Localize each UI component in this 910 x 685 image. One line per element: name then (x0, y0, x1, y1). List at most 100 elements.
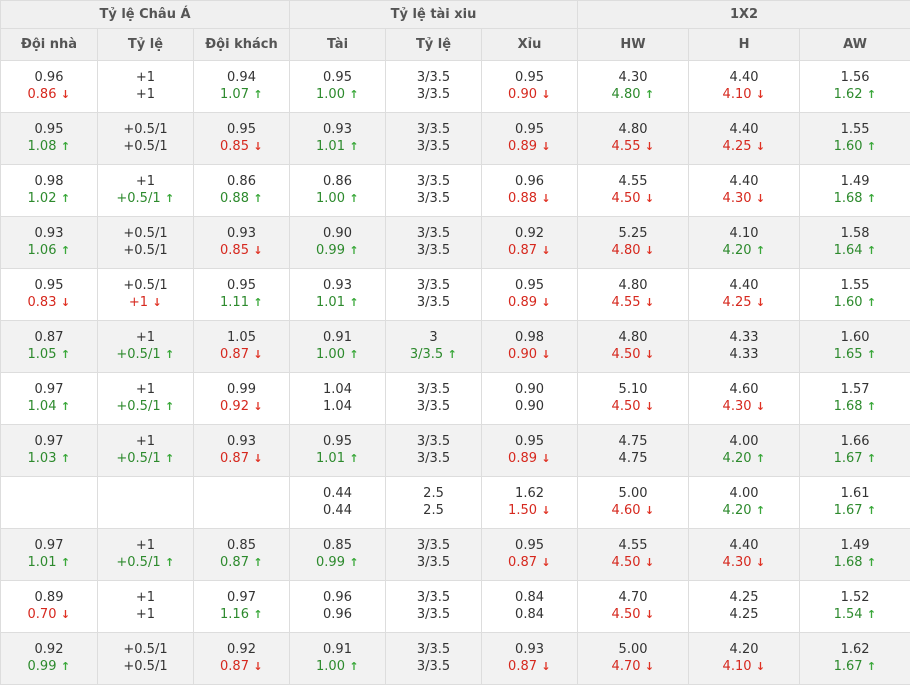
col-header-handicap: Tỷ lệ (98, 29, 194, 61)
odds-value: 0.85 (227, 538, 256, 553)
arrow-up-icon (165, 192, 175, 205)
odds-cell: 1.54 (800, 606, 910, 633)
odds-cell: 4.00 (689, 477, 800, 503)
odds-cell: 0.92 (194, 398, 290, 425)
odds-value: 1.68 (834, 191, 863, 206)
odds-value: 4.30 (619, 70, 648, 85)
arrow-up-icon (165, 400, 175, 413)
odds-cell: 1.62 (482, 477, 578, 503)
arrow-down-icon (645, 608, 655, 621)
odds-cell: 3/3.5 (386, 61, 482, 87)
odds-value: +0.5/1 (123, 659, 167, 674)
arrow-up-icon (349, 140, 359, 153)
odds-value: 3/3.5 (417, 382, 450, 397)
odds-value: 1.01 (316, 451, 345, 466)
arrow-down-icon (541, 192, 551, 205)
odds-cell: 0.90 (482, 373, 578, 399)
odds-value: 4.30 (723, 555, 752, 570)
arrow-up-icon (253, 608, 263, 621)
odds-value: 4.25 (730, 590, 759, 605)
odds-cell: 0.88 (482, 190, 578, 217)
odds-value: 1.57 (841, 382, 870, 397)
arrow-down-icon (645, 348, 655, 361)
odds-cell: 2.5 (386, 502, 482, 529)
odds-value: 0.95 (515, 122, 544, 137)
odds-cell: 4.70 (578, 581, 689, 607)
odds-value: 3/3.5 (417, 451, 450, 466)
odds-cell: 1.49 (800, 165, 910, 191)
odds-value: 0.87 (220, 347, 249, 362)
odds-value: 4.20 (723, 451, 752, 466)
odds-cell: 3/3.5 (386, 190, 482, 217)
odds-cell: +0.5/1 (98, 554, 194, 581)
odds-value: 4.55 (612, 139, 641, 154)
odds-cell: +1 (98, 529, 194, 555)
odds-cell: +0.5/1 (98, 242, 194, 269)
arrow-up-icon (253, 88, 263, 101)
odds-value: 0.84 (515, 607, 544, 622)
odds-value: 4.40 (730, 174, 759, 189)
arrow-down-icon (645, 660, 655, 673)
odds-cell: 4.00 (689, 425, 800, 451)
odds-cell: 4.55 (578, 138, 689, 165)
odds-cell: +0.5/1 (98, 138, 194, 165)
odds-value: 4.33 (730, 347, 759, 362)
odds-value: 0.98 (515, 330, 544, 345)
arrow-up-icon (349, 452, 359, 465)
odds-cell: 4.40 (689, 113, 800, 139)
odds-value: 3/3.5 (417, 607, 450, 622)
odds-cell: 4.80 (578, 321, 689, 347)
odds-cell: 0.95 (1, 269, 98, 295)
odds-value: 4.33 (730, 330, 759, 345)
odds-cell: 0.84 (482, 581, 578, 607)
odds-value: 5.00 (619, 486, 648, 501)
odds-value: 1.01 (316, 139, 345, 154)
arrow-down-icon (756, 140, 766, 153)
odds-value: 0.99 (316, 243, 345, 258)
odds-value: 0.99 (227, 382, 256, 397)
odds-cell: 0.87 (194, 658, 290, 685)
arrow-up-icon (867, 660, 877, 673)
odds-cell: 1.58 (800, 217, 910, 243)
odds-value: 1.00 (316, 87, 345, 102)
odds-cell: 0.93 (194, 425, 290, 451)
odds-cell: 0.99 (1, 658, 98, 685)
odds-value: 1.62 (841, 642, 870, 657)
arrow-up-icon (60, 556, 70, 569)
odds-value: 0.86 (227, 174, 256, 189)
col-header-away-win: AW (800, 29, 910, 61)
odds-cell: 4.80 (578, 113, 689, 139)
odds-value: 4.80 (619, 330, 648, 345)
odds-cell: +1 (98, 321, 194, 347)
arrow-down-icon (152, 296, 162, 309)
odds-value: 1.50 (508, 503, 537, 518)
odds-value: 4.20 (723, 243, 752, 258)
arrow-down-icon (756, 88, 766, 101)
odds-value: 1.52 (841, 590, 870, 605)
odds-cell: 1.55 (800, 113, 910, 139)
odds-cell: 0.97 (1, 373, 98, 399)
odds-cell: 1.01 (290, 138, 386, 165)
odds-cell: 4.33 (689, 346, 800, 373)
odds-cell: 3/3.5 (386, 138, 482, 165)
odds-cell: 4.10 (689, 217, 800, 243)
arrow-down-icon (253, 140, 263, 153)
odds-value: 3/3.5 (417, 122, 450, 137)
odds-value: 0.95 (515, 278, 544, 293)
arrow-up-icon (756, 504, 766, 517)
odds-cell: 0.99 (290, 554, 386, 581)
odds-cell: +0.5/1 (98, 217, 194, 243)
arrow-down-icon (60, 296, 70, 309)
odds-value: 0.90 (515, 399, 544, 414)
odds-value: 4.50 (612, 607, 641, 622)
odds-value: 1.00 (316, 191, 345, 206)
odds-cell: 4.20 (689, 633, 800, 659)
odds-cell: +1 (98, 294, 194, 321)
odds-cell: 0.85 (194, 242, 290, 269)
odds-cell: 0.93 (290, 269, 386, 295)
odds-cell: 1.68 (800, 190, 910, 217)
col-header-away-team: Đội khách (194, 29, 290, 61)
arrow-up-icon (60, 140, 70, 153)
odds-cell: 4.20 (689, 450, 800, 477)
arrow-down-icon (756, 400, 766, 413)
